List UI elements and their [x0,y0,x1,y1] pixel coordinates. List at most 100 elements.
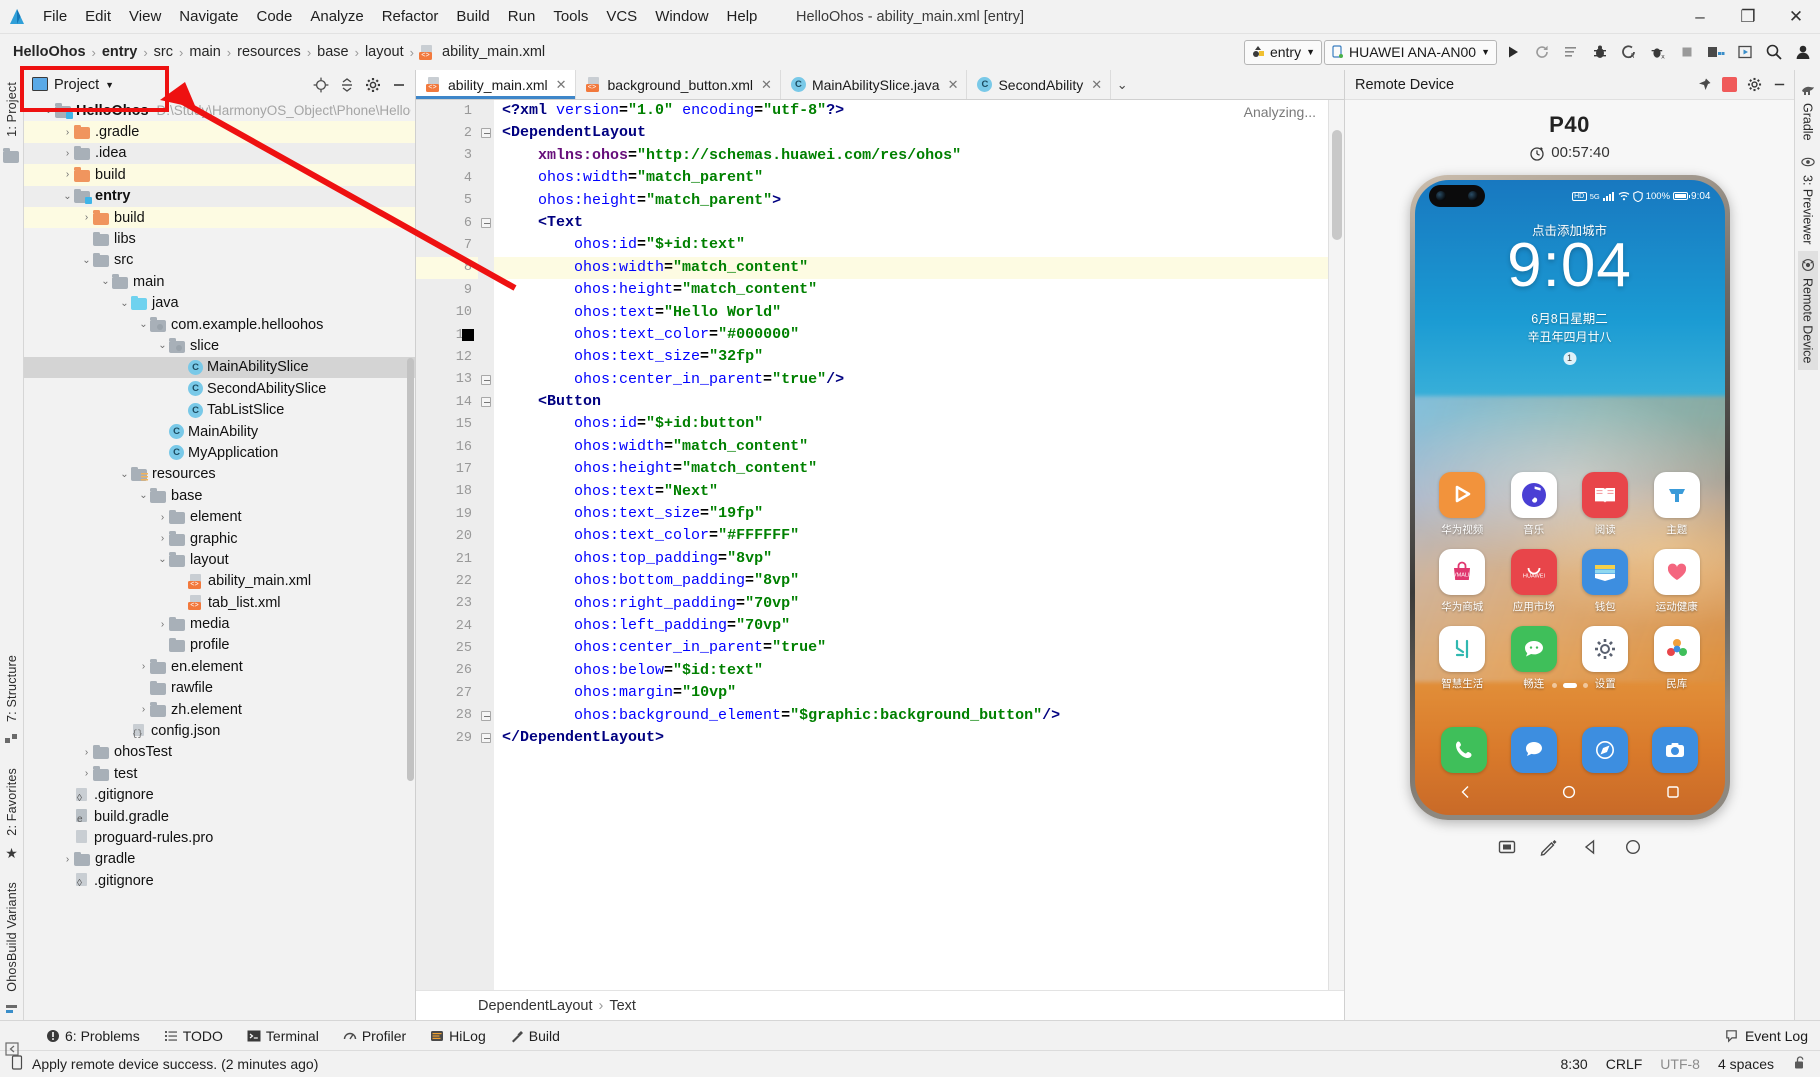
project-dropdown-label[interactable]: Project [54,77,99,93]
breadcrumb-ability-main-xml[interactable]: ability_main.xml [439,44,548,60]
app-cell[interactable]: 钱包 [1570,549,1642,614]
chevron-right-icon[interactable]: › [80,746,93,759]
app-cell[interactable]: 华为视频 [1427,472,1499,537]
chevron-right-icon[interactable]: › [61,853,74,866]
chevron-down-icon[interactable]: ⌄ [137,318,150,331]
app-cell[interactable]: 设置 [1570,626,1642,691]
collapse-all-icon[interactable] [335,73,359,97]
breadcrumb-base[interactable]: base [314,44,351,60]
breadcrumb-entry[interactable]: entry [99,44,140,60]
locate-icon[interactable] [309,73,333,97]
rail-tab-gradle[interactable]: Gradle [1798,76,1818,148]
tree-row[interactable]: ⌄ entry [24,185,415,207]
back-icon[interactable] [1578,834,1604,860]
menu-analyze[interactable]: Analyze [301,5,372,28]
gallery-icon[interactable] [1653,626,1700,672]
tree-row[interactable]: › en.element [24,656,415,677]
tree-row[interactable]: C MainAbility [24,421,415,442]
tree-row[interactable]: <> tab_list.xml [24,592,415,613]
chevron-down-icon[interactable]: ⌄ [61,190,74,203]
file-encoding[interactable]: UTF-8 [1660,1056,1700,1072]
menu-code[interactable]: Code [247,5,301,28]
themes-icon[interactable] [1653,472,1700,518]
toolwindow-hilog[interactable]: HiLog [420,1025,496,1047]
tree-row[interactable]: ⌄ HelloOhos D:\Study\HarmonyOS_Object\Phon… [24,100,415,121]
editor-tab[interactable]: <> ability_main.xml ✕ [416,70,576,99]
chevron-down-icon[interactable]: ⌄ [80,254,93,267]
settings-icon[interactable] [1582,626,1629,672]
stop-device-icon[interactable] [1718,74,1740,96]
device-mirror[interactable]: HD 5G 100% 9:04 点击添加城市 9:04 6月8日星期二 辛丑年四… [1409,175,1730,820]
profile-icon[interactable]: x [1644,39,1671,66]
info-badge[interactable]: 1 [1563,352,1576,365]
stop-icon[interactable] [1673,39,1700,66]
toolwindow-profiler[interactable]: Profiler [333,1025,416,1047]
close-icon[interactable]: ✕ [948,77,959,93]
chevron-down-icon[interactable]: ⌄ [118,297,131,310]
tree-row[interactable]: C MainAbilitySlice [24,356,415,379]
settings-gear-icon[interactable] [1743,74,1765,96]
toolwindow-problems[interactable]: 6: Problems [36,1025,150,1047]
toolwindow-terminal[interactable]: Terminal [237,1025,329,1047]
menu-refactor[interactable]: Refactor [373,5,448,28]
tree-row[interactable]: ⌄ resources [24,464,415,485]
tree-row[interactable]: ⌄ base [24,485,415,506]
back-icon[interactable] [1458,784,1474,803]
chevron-down-icon[interactable]: ⌄ [1111,70,1133,99]
tree-row[interactable]: › media [24,613,415,634]
tree-row[interactable]: ⌄ slice [24,335,415,356]
code-folding-column[interactable] [478,100,494,990]
tree-row[interactable]: › zh.element [24,699,415,720]
settings-gear-icon[interactable] [361,73,385,97]
tree-row[interactable]: › ohosTest [24,742,415,763]
maximize-button[interactable]: ❐ [1724,0,1772,34]
search-icon[interactable] [1760,39,1787,66]
menu-navigate[interactable]: Navigate [170,5,247,28]
chevron-down-icon[interactable]: ⌄ [156,339,169,352]
app-cell[interactable]: 音乐 [1498,472,1570,537]
home-icon[interactable] [1620,834,1646,860]
tree-row[interactable]: rawfile [24,678,415,699]
menu-vcs[interactable]: VCS [597,5,646,28]
vmall-icon[interactable]: VMALL [1439,549,1486,595]
close-icon[interactable]: ✕ [1091,77,1102,93]
run-icon[interactable] [1499,39,1526,66]
tree-row[interactable]: proguard-rules.pro [24,827,415,848]
rerun-icon[interactable] [1528,39,1555,66]
chevron-right-icon[interactable]: › [156,511,169,524]
wallet-icon[interactable] [1582,549,1629,595]
line-separator[interactable]: CRLF [1606,1056,1643,1072]
tree-row[interactable]: ⌄ com.example.helloohos [24,314,415,335]
app-cell[interactable]: 畅连 [1498,626,1570,691]
app-cell[interactable]: 阅读 [1570,472,1642,537]
camera-icon[interactable] [1652,727,1699,773]
chevron-right-icon[interactable]: › [80,211,93,224]
bottom-breadcrumb-dependentlayout[interactable]: DependentLayout [478,998,593,1014]
preview-icon[interactable] [1731,39,1758,66]
menu-tools[interactable]: Tools [544,5,597,28]
editor-tab[interactable]: C SecondAbility ✕ [967,70,1112,99]
huawei-video-icon[interactable] [1439,472,1486,518]
hide-panel-icon[interactable] [387,73,411,97]
fold-toggle-icon[interactable] [481,128,491,139]
phone-icon[interactable] [1440,727,1487,773]
close-icon[interactable]: ✕ [761,77,772,93]
chevron-right-icon[interactable]: › [137,703,150,716]
debug-icon[interactable] [1586,39,1613,66]
editor-tab[interactable]: <> background_button.xml ✕ [576,70,781,99]
tree-row[interactable]: ⌄ src [24,250,415,271]
chevron-right-icon[interactable]: › [137,660,150,673]
tree-row[interactable]: {} config.json [24,720,415,741]
device-selector[interactable]: HUAWEI ANA-AN00 ▼ [1324,39,1497,65]
chevron-right-icon[interactable]: › [80,767,93,780]
tree-row[interactable]: ⌄ main [24,271,415,292]
app-cell[interactable]: HUAWEI 应用市场 [1498,549,1570,614]
fold-toggle-icon[interactable] [481,374,491,385]
build-icon[interactable] [1702,39,1729,66]
edit-icon[interactable] [1536,834,1562,860]
tree-row[interactable]: C SecondAbilitySlice [24,378,415,399]
tree-row[interactable]: › graphic [24,528,415,549]
unlocked-icon[interactable] [1792,1055,1806,1073]
rail-tab-structure[interactable]: 7: Structure [2,649,22,728]
editor-tab[interactable]: C MainAbilitySlice.java ✕ [781,70,968,99]
